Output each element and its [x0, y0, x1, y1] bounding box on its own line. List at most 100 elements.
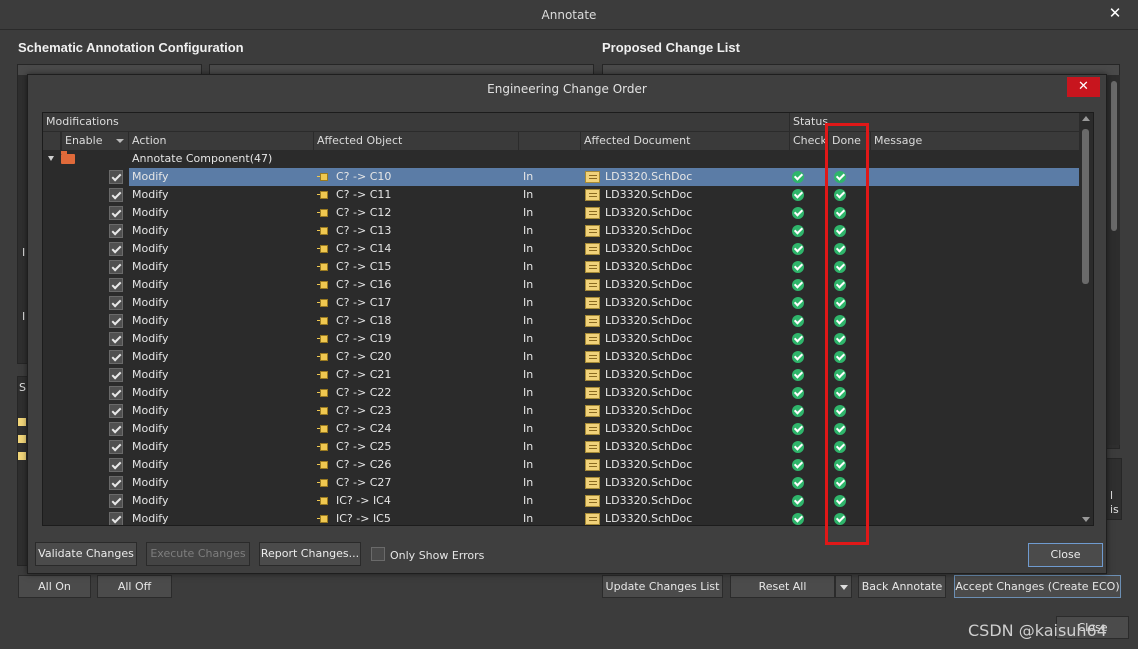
affected-document-column-header[interactable]: Affected Document	[581, 132, 790, 150]
enable-checkbox[interactable]	[109, 206, 123, 220]
eco-close-icon[interactable]: ✕	[1067, 77, 1100, 97]
action-cell: Modify	[132, 242, 169, 255]
schematic-document-icon	[585, 297, 600, 309]
affected-object-cell: C? -> C12	[336, 206, 392, 219]
schematic-document-icon	[585, 171, 600, 183]
table-row[interactable]: Modify C? -> C12 In LD3320.SchDoc	[43, 204, 1079, 222]
table-row[interactable]: Modify C? -> C14 In LD3320.SchDoc	[43, 240, 1079, 258]
schematic-document-icon	[585, 243, 600, 255]
eco-title: Engineering Change Order	[487, 82, 647, 96]
table-row[interactable]: Modify C? -> C13 In LD3320.SchDoc	[43, 222, 1079, 240]
table-row[interactable]: Modify C? -> C22 In LD3320.SchDoc	[43, 384, 1079, 402]
reset-all-dropdown[interactable]	[835, 575, 852, 598]
enable-column-header[interactable]: Enable	[62, 132, 129, 150]
only-show-errors-checkbox[interactable]	[371, 547, 385, 561]
enable-checkbox[interactable]	[109, 476, 123, 490]
table-row[interactable]: Modify C? -> C25 In LD3320.SchDoc	[43, 438, 1079, 456]
check-column-header[interactable]: Check	[790, 132, 829, 150]
enable-checkbox[interactable]	[109, 278, 123, 292]
scroll-down-icon[interactable]	[1082, 517, 1090, 522]
scroll-up-icon[interactable]	[1082, 116, 1090, 121]
direction-column-header[interactable]	[519, 132, 581, 150]
all-off-button[interactable]: All Off	[97, 575, 172, 598]
schematic-document-icon	[585, 369, 600, 381]
enable-checkbox[interactable]	[109, 350, 123, 364]
table-row[interactable]: Modify C? -> C10 In LD3320.SchDoc	[43, 168, 1081, 186]
action-cell: Modify	[132, 314, 169, 327]
annotate-close-icon[interactable]: ✕	[1104, 4, 1126, 24]
direction-cell: In	[523, 476, 534, 489]
enable-checkbox[interactable]	[109, 512, 123, 525]
affected-object-cell: IC? -> IC5	[336, 512, 391, 525]
component-icon	[317, 281, 329, 289]
back-annotate-button[interactable]: Back Annotate	[858, 575, 946, 598]
affected-object-cell: C? -> C20	[336, 350, 392, 363]
check-ok-icon	[792, 261, 804, 273]
check-ok-icon	[792, 333, 804, 345]
action-cell: Modify	[132, 368, 169, 381]
eco-close-button[interactable]: Close	[1028, 543, 1103, 567]
enable-checkbox[interactable]	[109, 224, 123, 238]
enable-checkbox[interactable]	[109, 404, 123, 418]
collapse-triangle-icon[interactable]	[48, 156, 54, 161]
sheet-icon	[18, 418, 26, 426]
proposed-change-list-scrollbar[interactable]	[1108, 75, 1120, 445]
message-column-header[interactable]: Message	[871, 132, 1080, 150]
enable-checkbox[interactable]	[109, 296, 123, 310]
enable-checkbox[interactable]	[109, 188, 123, 202]
validate-changes-button[interactable]: Validate Changes	[35, 542, 137, 566]
group-row-label: Annotate Component(47)	[132, 152, 273, 165]
enable-checkbox[interactable]	[109, 332, 123, 346]
enable-checkbox[interactable]	[109, 386, 123, 400]
annotate-component-group-row[interactable]: Annotate Component(47)	[43, 150, 1079, 168]
table-row[interactable]: Modify C? -> C11 In LD3320.SchDoc	[43, 186, 1079, 204]
enable-checkbox[interactable]	[109, 440, 123, 454]
table-row[interactable]: Modify C? -> C27 In LD3320.SchDoc	[43, 474, 1079, 492]
table-row[interactable]: Modify C? -> C21 In LD3320.SchDoc	[43, 366, 1079, 384]
table-row[interactable]: Modify C? -> C16 In LD3320.SchDoc	[43, 276, 1079, 294]
table-row[interactable]: Modify IC? -> IC4 In LD3320.SchDoc	[43, 492, 1079, 510]
enable-checkbox[interactable]	[109, 458, 123, 472]
component-icon	[317, 335, 329, 343]
affected-object-cell: C? -> C25	[336, 440, 392, 453]
accept-changes-button[interactable]: Accept Changes (Create ECO)	[954, 575, 1121, 598]
table-row[interactable]: Modify C? -> C20 In LD3320.SchDoc	[43, 348, 1079, 366]
table-row[interactable]: Modify C? -> C17 In LD3320.SchDoc	[43, 294, 1079, 312]
enable-checkbox[interactable]	[109, 368, 123, 382]
table-row[interactable]: Modify C? -> C23 In LD3320.SchDoc	[43, 402, 1079, 420]
action-column-header[interactable]: Action	[129, 132, 314, 150]
enable-checkbox[interactable]	[109, 494, 123, 508]
check-ok-icon	[792, 243, 804, 255]
table-row[interactable]: Modify C? -> C19 In LD3320.SchDoc	[43, 330, 1079, 348]
table-row[interactable]: Modify C? -> C26 In LD3320.SchDoc	[43, 456, 1079, 474]
watermark: CSDN @kaisuh64	[968, 621, 1107, 640]
table-row[interactable]: Modify C? -> C15 In LD3320.SchDoc	[43, 258, 1079, 276]
schematic-document-icon	[585, 513, 600, 525]
enable-checkbox[interactable]	[109, 170, 123, 184]
direction-cell: In	[523, 296, 534, 309]
enable-checkbox[interactable]	[109, 422, 123, 436]
report-changes-button[interactable]: Report Changes...	[259, 542, 361, 566]
eco-vertical-scrollbar[interactable]	[1079, 113, 1093, 525]
all-on-button[interactable]: All On	[18, 575, 91, 598]
update-changes-list-button[interactable]: Update Changes List	[602, 575, 723, 598]
scroll-thumb[interactable]	[1082, 129, 1089, 284]
affected-document-cell: LD3320.SchDoc	[605, 170, 693, 183]
execute-changes-button[interactable]: Execute Changes	[146, 542, 250, 566]
affected-object-cell: C? -> C21	[336, 368, 392, 381]
enable-checkbox[interactable]	[109, 314, 123, 328]
component-icon	[317, 497, 329, 505]
table-row[interactable]: Modify IC? -> IC5 In LD3320.SchDoc	[43, 510, 1079, 525]
table-row[interactable]: Modify C? -> C18 In LD3320.SchDoc	[43, 312, 1079, 330]
annotate-title: Annotate	[541, 8, 597, 22]
enable-checkbox[interactable]	[109, 242, 123, 256]
affected-object-column-header[interactable]: Affected Object	[314, 132, 519, 150]
enable-checkbox[interactable]	[109, 260, 123, 274]
eco-modifications-grid: Modifications Status Enable Action Affec…	[42, 112, 1094, 526]
affected-document-cell: LD3320.SchDoc	[605, 458, 693, 471]
all-off-label: All Off	[117, 580, 152, 593]
affected-document-cell: LD3320.SchDoc	[605, 476, 693, 489]
reset-all-button[interactable]: Reset All	[730, 575, 835, 598]
component-icon	[317, 209, 329, 217]
table-row[interactable]: Modify C? -> C24 In LD3320.SchDoc	[43, 420, 1079, 438]
